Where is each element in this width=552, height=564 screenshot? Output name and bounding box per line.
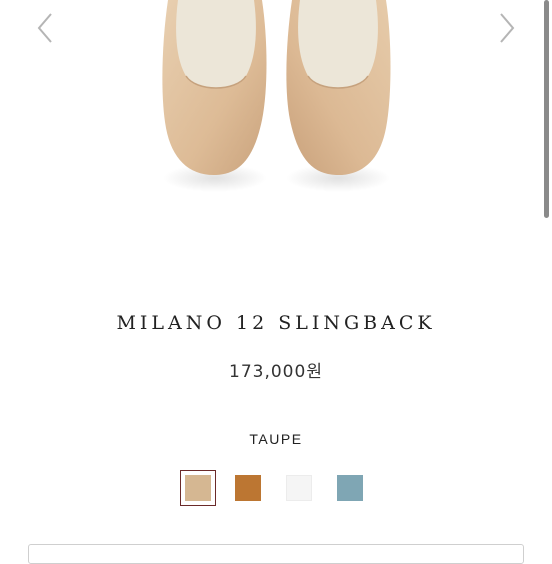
- product-price: 173,000원: [229, 362, 323, 382]
- option-select-box[interactable]: [28, 544, 524, 564]
- product-image-gallery[interactable]: [0, 0, 552, 240]
- next-image-button[interactable]: [492, 10, 522, 46]
- color-swatch-brown[interactable]: [235, 475, 261, 501]
- color-swatch-taupe[interactable]: [185, 475, 211, 501]
- chevron-right-icon: [500, 13, 515, 43]
- color-swatch-white[interactable]: [286, 475, 312, 501]
- selected-color-name: TAUPE: [249, 431, 303, 447]
- product-photo: [162, 0, 391, 192]
- color-swatch-blue[interactable]: [337, 475, 363, 501]
- scrollbar[interactable]: [544, 0, 549, 218]
- chevron-left-icon: [37, 13, 52, 43]
- color-swatches: [0, 470, 552, 510]
- previous-image-button[interactable]: [30, 10, 60, 46]
- product-title: MILANO 12 SLINGBACK: [116, 312, 436, 334]
